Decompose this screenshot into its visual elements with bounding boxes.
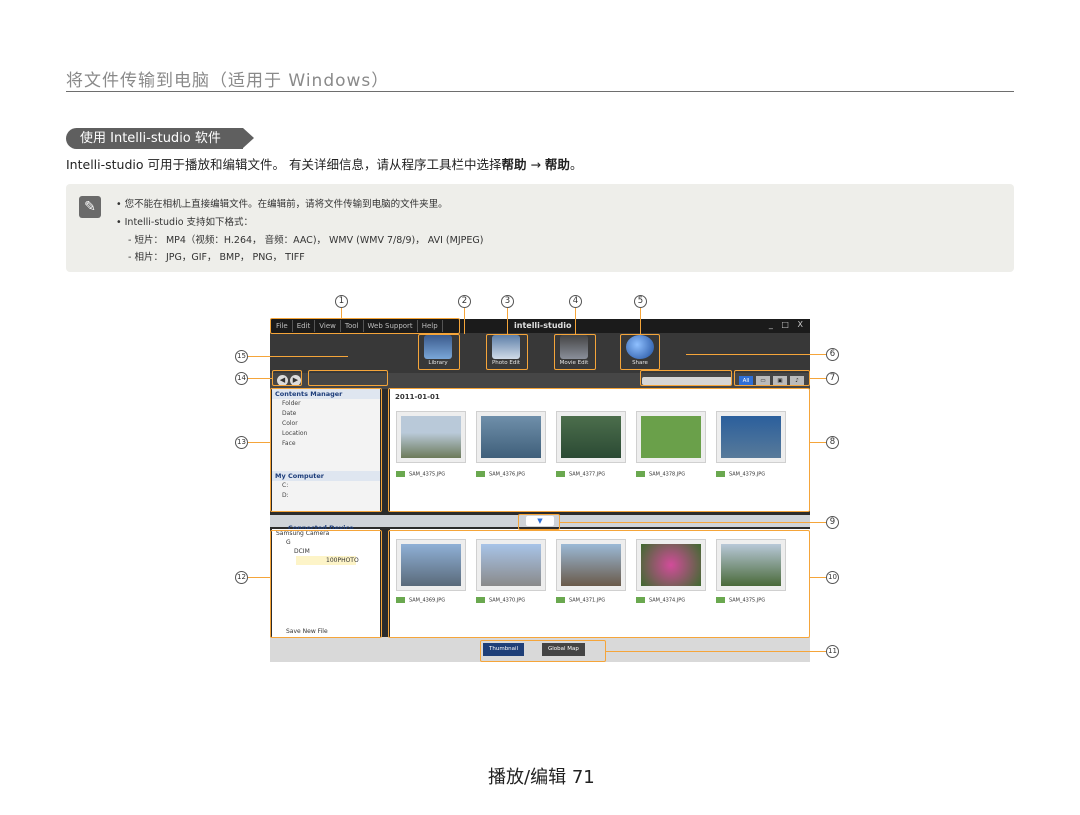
callout-1: 1 bbox=[335, 295, 348, 308]
intro-help-2: 帮助 bbox=[544, 157, 570, 172]
window-controls[interactable]: _ □ X bbox=[769, 320, 806, 329]
section-pill: 使用 Intelli-studio 软件 bbox=[66, 128, 254, 149]
intro-help-1: 帮助 bbox=[501, 157, 527, 172]
callout-15: 15 bbox=[235, 350, 248, 363]
highlight-library bbox=[418, 334, 460, 370]
callout-4: 4 bbox=[569, 295, 582, 308]
highlight-collapse bbox=[518, 514, 560, 530]
highlight-bottom-tabs bbox=[480, 640, 606, 662]
highlight-share bbox=[620, 334, 660, 370]
intro-post: 。 bbox=[569, 157, 583, 172]
highlight-view-buttons bbox=[734, 370, 810, 386]
callout-10: 10 bbox=[826, 571, 839, 584]
highlight-left-pane bbox=[270, 388, 382, 512]
highlight-nav-arrows bbox=[272, 370, 302, 386]
callout-13: 13 bbox=[235, 436, 248, 449]
callout-3: 3 bbox=[501, 295, 514, 308]
app-logo: intelli-studio bbox=[514, 321, 572, 330]
note-line-3: - 短片： MP4（视频：H.264， 音频：AAC)， WMV (WMV 7/… bbox=[128, 235, 484, 246]
leader-line bbox=[248, 577, 270, 578]
callout-5: 5 bbox=[634, 295, 647, 308]
leader-line bbox=[507, 308, 508, 334]
leader-line bbox=[248, 442, 270, 443]
highlight-movie-edit bbox=[554, 334, 596, 370]
highlight-main-grid bbox=[388, 388, 810, 512]
intro-pre: Intelli-studio 可用于播放和编辑文件。 有关详细信息，请从程序工具… bbox=[66, 157, 502, 172]
intro-arrow: → bbox=[526, 157, 545, 172]
callout-12: 12 bbox=[235, 571, 248, 584]
highlight-slider bbox=[640, 370, 732, 386]
page-number: 71 bbox=[571, 767, 595, 788]
callout-8: 8 bbox=[826, 436, 839, 449]
leader-line bbox=[575, 308, 576, 334]
note-line-2: • Intelli-studio 支持如下格式： bbox=[116, 217, 254, 228]
page-footer: 播放/编辑 71 bbox=[488, 763, 595, 789]
callout-11: 11 bbox=[826, 645, 839, 658]
callout-9: 9 bbox=[826, 516, 839, 529]
highlight-device-grid bbox=[388, 530, 810, 638]
leader-line bbox=[606, 651, 826, 652]
callout-2: 2 bbox=[458, 295, 471, 308]
leader-line bbox=[686, 354, 826, 355]
highlight-tool-icons bbox=[308, 370, 388, 386]
callout-6: 6 bbox=[826, 348, 839, 361]
highlight-device-pane bbox=[270, 530, 382, 638]
note-line-4: - 相片： JPG，GIF， BMP， PNG， TIFF bbox=[128, 252, 305, 263]
leader-line bbox=[560, 522, 826, 523]
leader-line bbox=[810, 442, 826, 443]
note-line-1: • 您不能在相机上直接编辑文件。在编辑前，请将文件传输到电脑的文件夹里。 bbox=[116, 199, 448, 210]
highlight-menu bbox=[270, 318, 460, 334]
leader-line bbox=[810, 378, 826, 379]
callout-14: 14 bbox=[235, 372, 248, 385]
intro-text: Intelli-studio 可用于播放和编辑文件。 有关详细信息，请从程序工具… bbox=[66, 154, 582, 173]
leader-line bbox=[464, 308, 465, 334]
mode-bar: Library Photo Edit Movie Edit Share bbox=[270, 333, 810, 373]
pencil-note-icon: ✎ bbox=[79, 196, 101, 218]
leader-line bbox=[248, 356, 348, 357]
footer-label: 播放/编辑 bbox=[488, 767, 567, 788]
leader-line bbox=[640, 308, 641, 334]
leader-line bbox=[248, 378, 272, 379]
highlight-photo-edit bbox=[486, 334, 528, 370]
note-box: ✎ • 您不能在相机上直接编辑文件。在编辑前，请将文件传输到电脑的文件夹里。 •… bbox=[66, 184, 1014, 272]
leader-line bbox=[810, 577, 826, 578]
page-header-title: 将文件传输到电脑（适用于 Windows） bbox=[66, 71, 390, 91]
header-rule bbox=[66, 91, 1014, 92]
leader-line bbox=[341, 308, 342, 318]
callout-7: 7 bbox=[826, 372, 839, 385]
